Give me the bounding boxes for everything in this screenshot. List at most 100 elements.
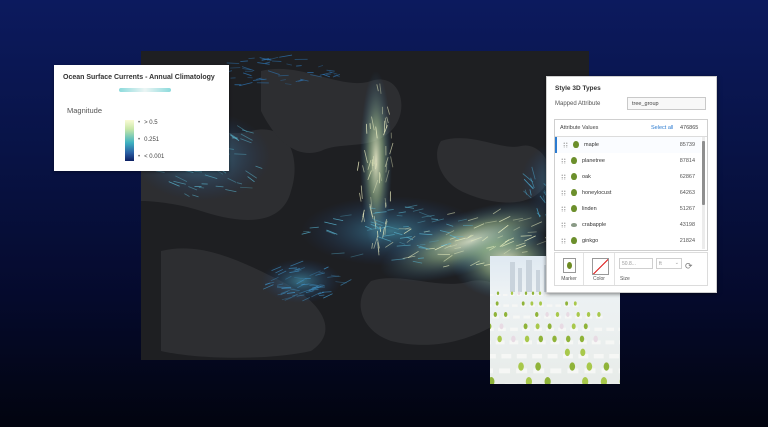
refresh-icon[interactable]: ⟳ [685,261,693,272]
mapped-attribute-label: Mapped Attribute [555,101,601,107]
item-name: maple [584,141,599,148]
tree [497,335,502,343]
city-block [490,304,492,307]
marker-cell[interactable]: Marker [555,253,584,285]
city-block [619,340,620,345]
color-cell[interactable]: Color [584,253,615,285]
size-unit-value: ft [659,261,662,267]
drag-handle-icon[interactable] [561,206,566,212]
blossom-tree [545,311,549,318]
list-item[interactable]: maple 85739 [555,137,701,153]
city-block [550,368,562,374]
city-block [594,327,603,332]
tree [571,323,576,330]
city-block [501,354,512,359]
legend-title: Ocean Surface Currents - Annual Climatol… [63,74,215,81]
tree [569,362,576,371]
tree [582,377,589,384]
current-streak [198,187,205,189]
drag-handle-icon[interactable] [561,190,566,196]
tree [565,301,569,306]
city-block [503,294,508,296]
select-all-link[interactable]: Select all [651,125,673,131]
city-block [593,354,604,359]
symbol-properties-bar: Marker Color 50.8... ft ⌄ Size ⟳ [554,252,708,286]
color-label: Color [593,276,605,282]
blossom-tree [593,335,598,343]
size-input[interactable]: 50.8... [619,258,653,269]
current-streak [326,69,335,72]
city-block [618,368,620,374]
tree [524,291,528,295]
map-legend: Ocean Surface Currents - Annual Climatol… [54,65,229,171]
city-block [490,354,496,359]
current-streak [527,231,537,233]
blossom-tree [499,323,504,330]
city-block [532,354,543,359]
city-block [606,327,615,332]
item-name: oak [582,173,591,180]
tree [510,291,514,295]
city-block [490,340,491,345]
city-block [512,304,518,307]
tree [539,301,542,306]
drag-handle-icon[interactable] [561,222,566,228]
tree [530,301,534,306]
legend-tick-mid: 0.251 [138,137,159,143]
current-streak [240,60,248,62]
list-header: Attribute Values Select all 476865 [555,120,707,137]
list-item[interactable]: planetree 87814 [555,153,701,169]
list-item[interactable]: ginkgo 21824 [555,233,701,249]
city-block [503,304,509,307]
style-3d-panel: Style 3D Types Mapped Attribute tree_gro… [546,76,717,293]
current-streak [357,161,360,171]
item-name: honeylocust [582,189,612,196]
mapped-attribute-field[interactable]: tree_group [627,97,706,110]
item-name: crabapple [582,221,607,228]
city-block [605,340,615,345]
tree [565,335,571,343]
current-streak [279,54,293,58]
list-item[interactable]: oak 62867 [555,169,701,185]
drag-handle-icon[interactable] [561,238,566,244]
drag-handle-icon[interactable] [561,158,566,164]
tree-icon [573,141,579,148]
item-name: planetree [582,157,605,164]
no-color-swatch[interactable] [592,258,609,275]
list-item[interactable]: honeylocust 64263 [555,185,701,201]
list-item[interactable]: crabapple 43198 [555,217,701,233]
tree [544,377,551,384]
scroll-thumb[interactable] [702,141,705,205]
current-streak [312,286,325,288]
item-count: 64263 [679,189,695,196]
drag-handle-icon[interactable] [561,174,566,180]
tree [564,348,570,357]
tree [496,291,500,295]
city-block [547,354,558,359]
current-streak [396,215,403,217]
item-count: 85739 [679,141,695,148]
marker-swatch[interactable] [563,258,576,273]
drag-handle-icon[interactable] [563,142,568,148]
tree [525,377,532,384]
tree-icon [571,189,577,196]
list-header-label: Attribute Values [560,125,599,131]
list-item[interactable]: linden 51267 [555,201,701,217]
current-streak [265,61,271,64]
blossom-tree [566,311,570,318]
city-block [555,304,562,307]
tree [580,348,586,357]
item-count: 51267 [679,205,695,212]
color-ramp [125,120,134,161]
current-streak [520,235,532,237]
legend-tick-low: < 0.001 [138,154,164,160]
list-scrollbar[interactable] [702,137,705,249]
current-streak [365,123,368,134]
tree [547,323,552,330]
tree [535,323,540,330]
size-unit-select[interactable]: ft ⌄ [656,258,682,269]
tree [597,311,601,318]
current-streak [326,73,332,76]
current-streak [242,72,252,77]
city-block [523,315,531,319]
